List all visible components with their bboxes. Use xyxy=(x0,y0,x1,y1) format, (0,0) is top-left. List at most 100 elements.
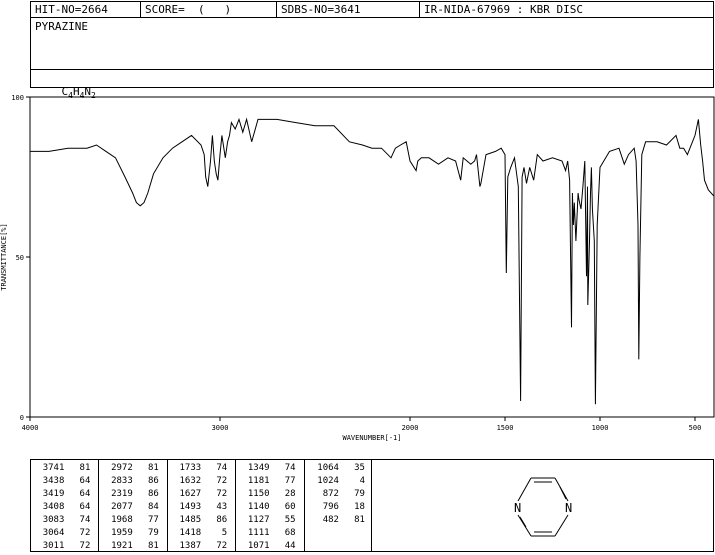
x-tick-label: 1000 xyxy=(592,424,609,432)
peak-row: 1111 68 xyxy=(236,527,303,540)
peak-wavenumber: 1150 xyxy=(247,489,270,499)
peak-wavenumber: 1959 xyxy=(111,528,133,538)
peak-transmittance: 44 xyxy=(284,541,296,551)
peak-transmittance: 28 xyxy=(284,489,296,499)
peak-wavenumber: 3011 xyxy=(42,541,65,551)
peak-column: 1349 74 1181 77 1150 28 1140 60 1127 55 1111 68 1071… xyxy=(236,460,305,551)
peak-transmittance: 81 xyxy=(79,463,91,473)
peak-row: 1024 4 xyxy=(305,475,373,488)
peak-transmittance: 72 xyxy=(216,541,228,551)
peak-transmittance: 64 xyxy=(79,502,91,512)
peak-table: 3741 81 3438 64 3419 64 3408 64 3083 74 3064 72 3011… xyxy=(30,459,372,552)
x-axis: 4000 3000 2000 1500 1000 500 xyxy=(22,417,702,432)
peak-wavenumber: 1627 xyxy=(179,489,202,499)
peak-row: 3741 81 xyxy=(31,462,98,475)
peak-wavenumber: 1349 xyxy=(247,463,270,473)
peak-wavenumber: 796 xyxy=(322,502,339,512)
peak-transmittance: 55 xyxy=(284,515,296,525)
peak-transmittance: 79 xyxy=(354,489,365,499)
peak-transmittance: 43 xyxy=(216,502,228,512)
peak-wavenumber: 1111 xyxy=(247,528,270,538)
peak-row: 1387 72 xyxy=(168,540,235,553)
peak-wavenumber: 3408 xyxy=(42,502,65,512)
peak-wavenumber: 1921 xyxy=(111,541,133,551)
peak-wavenumber: 482 xyxy=(322,515,339,525)
peak-transmittance: 81 xyxy=(354,515,365,525)
peak-transmittance: 79 xyxy=(147,528,159,538)
peak-row: 3408 64 xyxy=(31,501,98,514)
peak-row: 1349 74 xyxy=(236,462,303,475)
y-axis-label: TRANSMITTANCE[%] xyxy=(0,223,8,290)
peak-wavenumber: 1181 xyxy=(247,476,270,486)
x-tick-label: 1500 xyxy=(497,424,514,432)
y-tick-label: 0 xyxy=(20,414,24,422)
peak-wavenumber: 3741 xyxy=(42,463,65,473)
peak-transmittance: 18 xyxy=(354,502,365,512)
peak-wavenumber: 1024 xyxy=(317,476,339,486)
peak-transmittance: 84 xyxy=(147,502,159,512)
peak-row: 2833 86 xyxy=(99,475,166,488)
peak-transmittance: 72 xyxy=(79,528,91,538)
x-tick-label: 500 xyxy=(689,424,702,432)
peak-wavenumber: 1140 xyxy=(247,502,270,512)
peak-wavenumber: 1493 xyxy=(179,502,202,512)
peak-row: 1959 79 xyxy=(99,527,166,540)
peak-row: 1127 55 xyxy=(236,514,303,527)
atom-n-right: N xyxy=(565,501,572,515)
peak-transmittance: 35 xyxy=(354,463,365,473)
peak-row: 3011 72 xyxy=(31,540,98,553)
peak-transmittance: 77 xyxy=(284,476,296,486)
peak-row: 1150 28 xyxy=(236,488,303,501)
peak-row: 1733 74 xyxy=(168,462,235,475)
peak-transmittance: 72 xyxy=(216,489,228,499)
peak-transmittance: 86 xyxy=(147,489,159,499)
peak-row: 2972 81 xyxy=(99,462,166,475)
peak-wavenumber: 2077 xyxy=(111,502,133,512)
peak-transmittance: 4 xyxy=(359,476,365,486)
peak-wavenumber: 1968 xyxy=(111,515,133,525)
peak-transmittance: 64 xyxy=(79,489,91,499)
peak-wavenumber: 872 xyxy=(322,489,339,499)
peak-column: 1064 35 1024 4 872 79 796 18 482 81 xyxy=(305,460,373,551)
peak-transmittance: 86 xyxy=(216,515,228,525)
peak-wavenumber: 1418 xyxy=(179,528,202,538)
peak-wavenumber: 1733 xyxy=(179,463,202,473)
peak-row: 3064 72 xyxy=(31,527,98,540)
peak-wavenumber: 3419 xyxy=(42,489,65,499)
peak-transmittance: 77 xyxy=(147,515,159,525)
y-axis: 0 50 100 xyxy=(11,94,30,422)
peak-row: 1418 5 xyxy=(168,527,235,540)
plot-frame xyxy=(29,96,715,418)
peak-transmittance: 81 xyxy=(147,541,159,551)
peak-transmittance: 81 xyxy=(147,463,159,473)
peak-wavenumber: 1387 xyxy=(179,541,202,551)
peak-wavenumber: 3064 xyxy=(42,528,65,538)
x-axis-label: WAVENUMBER[-1] xyxy=(342,434,401,442)
y-tick-label: 100 xyxy=(11,94,24,102)
y-tick-label: 50 xyxy=(16,254,24,262)
peak-row: 1921 81 xyxy=(99,540,166,553)
peak-column: 2972 81 2833 86 2319 86 2077 84 1968 77 1959 79 1921… xyxy=(99,460,168,553)
peak-transmittance: 74 xyxy=(284,463,296,473)
peak-wavenumber: 1064 xyxy=(317,463,339,473)
peak-row: 1485 86 xyxy=(168,514,235,527)
peak-row: 3419 64 xyxy=(31,488,98,501)
x-tick-label: 3000 xyxy=(212,424,229,432)
peak-transmittance: 60 xyxy=(284,502,296,512)
peak-wavenumber: 2319 xyxy=(111,489,133,499)
peak-wavenumber: 1071 xyxy=(247,541,270,551)
peak-row: 1632 72 xyxy=(168,475,235,488)
peak-wavenumber: 1127 xyxy=(247,515,270,525)
peak-wavenumber: 2972 xyxy=(111,463,133,473)
peak-wavenumber: 2833 xyxy=(111,476,133,486)
spectrum-line xyxy=(30,117,715,405)
peak-row: 1140 60 xyxy=(236,501,303,514)
peak-wavenumber: 3083 xyxy=(42,515,65,525)
pyrazine-structure: N N xyxy=(514,477,572,537)
peak-transmittance: 74 xyxy=(79,515,91,525)
peak-wavenumber: 3438 xyxy=(42,476,65,486)
ir-spectrum-chart: 4000 3000 2000 1500 1000 500 0 50 100 WAVENUMBE… xyxy=(0,94,715,442)
atom-n-left: N xyxy=(514,501,521,515)
peak-column: 3741 81 3438 64 3419 64 3408 64 3083 74 3064 72 3011… xyxy=(31,460,100,553)
peak-transmittance: 64 xyxy=(79,476,91,486)
